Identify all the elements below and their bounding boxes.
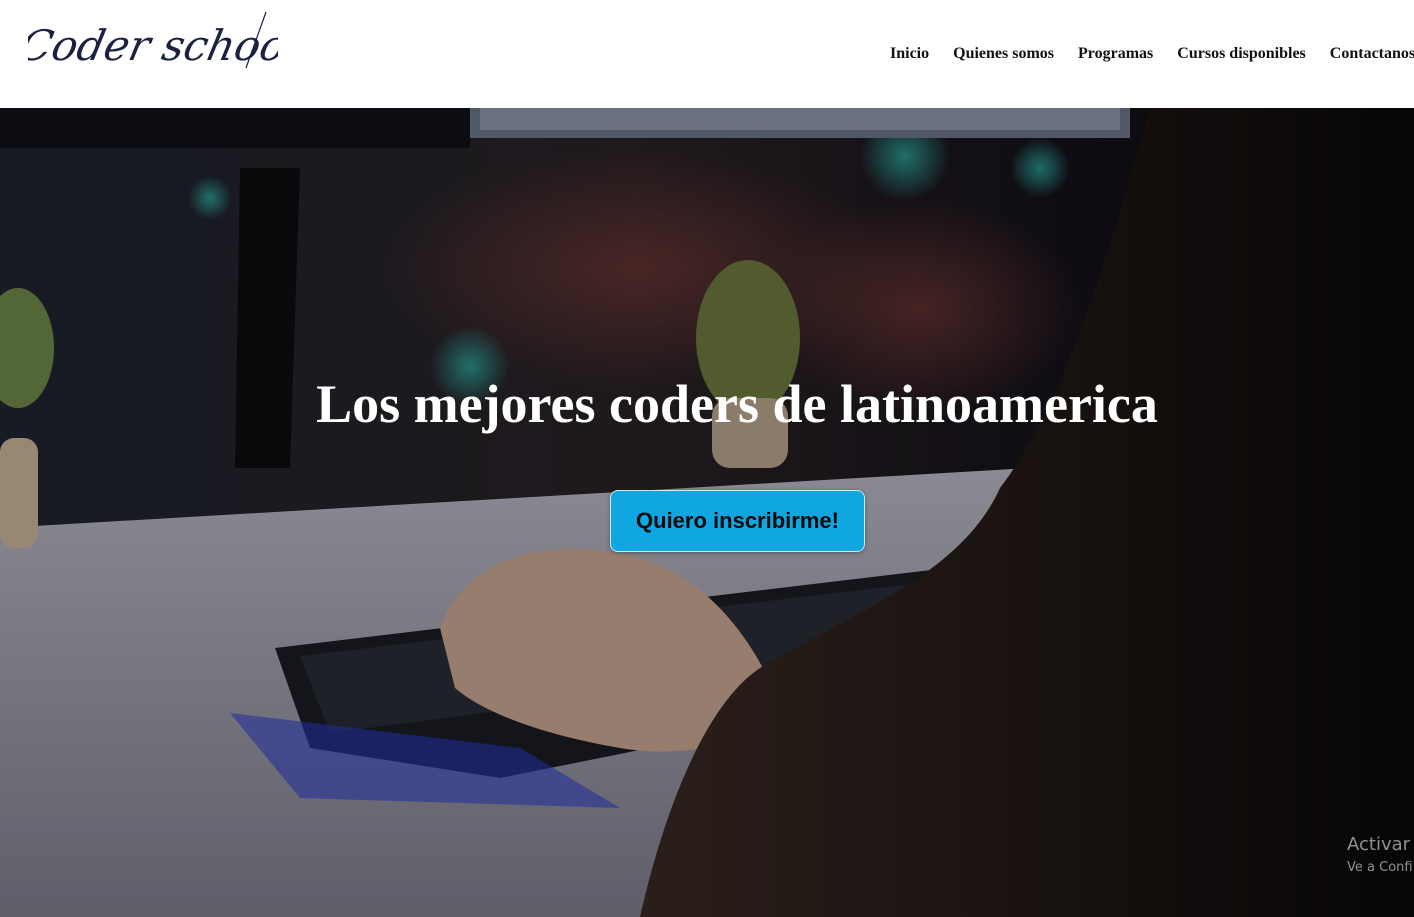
logo-link[interactable]: Coder school	[15, 10, 304, 76]
hero-section: Los mejores coders de latinoamerica Quie…	[0, 108, 1414, 917]
windows-activation-watermark: Activar Ve a Confi	[1347, 833, 1414, 877]
hero-title: Los mejores coders de latinoamerica	[316, 374, 1158, 434]
watermark-line2: Ve a Confi	[1347, 860, 1413, 875]
main-nav: Inicio Quienes somos Programas Cursos di…	[890, 44, 1414, 64]
enroll-button[interactable]: Quiero inscribirme!	[610, 490, 865, 552]
watermark-line1: Activar	[1347, 834, 1411, 855]
nav-item-programas[interactable]: Programas	[1078, 44, 1153, 64]
site-header: Coder school Inicio Quienes somos Progra…	[0, 0, 1414, 108]
nav-item-quienes-somos[interactable]: Quienes somos	[953, 44, 1054, 64]
nav-item-cursos-disponibles[interactable]: Cursos disponibles	[1177, 44, 1306, 64]
coder-school-logo: Coder school	[15, 11, 304, 71]
nav-item-contactanos[interactable]: Contactanos	[1330, 44, 1414, 64]
nav-item-inicio[interactable]: Inicio	[890, 44, 929, 64]
svg-text:Coder school: Coder school	[28, 22, 278, 70]
